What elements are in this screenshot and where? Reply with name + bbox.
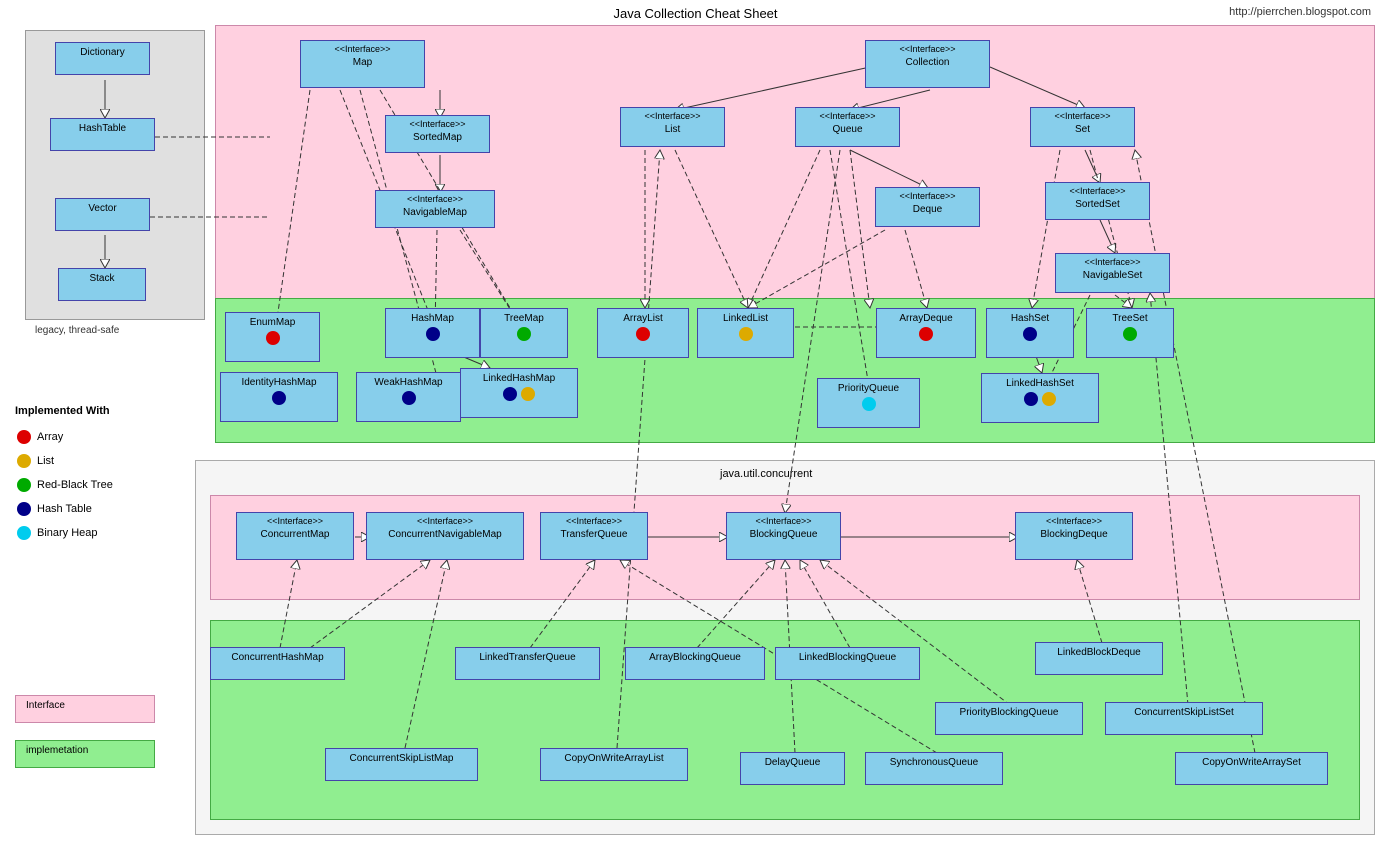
collection-interface-node: <<Interface>> Collection bbox=[865, 40, 990, 88]
legend-binaryheap: Binary Heap bbox=[15, 524, 98, 542]
concurrentskiplistmap-node: ConcurrentSkipListMap bbox=[325, 748, 478, 781]
page-url: http://pierrchen.blogspot.com bbox=[1229, 6, 1371, 18]
legend-hashtable: Hash Table bbox=[15, 500, 92, 518]
weakhashmap-node: WeakHashMap bbox=[356, 372, 461, 422]
blockingqueue-node: <<Interface>> BlockingQueue bbox=[726, 512, 841, 560]
legend-list: List bbox=[15, 452, 54, 470]
linkedlist-node: LinkedList bbox=[697, 308, 794, 358]
copyonwritearraylist-node: CopyOnWriteArrayList bbox=[540, 748, 688, 781]
legend-rbt: Red-Black Tree bbox=[15, 476, 113, 494]
delayqueue-node: DelayQueue bbox=[740, 752, 845, 785]
map-interface-node: <<Interface>> Map bbox=[300, 40, 425, 88]
vector-node: Vector bbox=[55, 198, 150, 231]
list-interface-node: <<Interface>> List bbox=[620, 107, 725, 147]
priorityqueue-node: PriorityQueue bbox=[817, 378, 920, 428]
arrayblockingqueue-node: ArrayBlockingQueue bbox=[625, 647, 765, 680]
hashset-node: HashSet bbox=[986, 308, 1074, 358]
priorityblockingqueue-node: PriorityBlockingQueue bbox=[935, 702, 1083, 735]
enummap-node: EnumMap bbox=[225, 312, 320, 362]
transferqueue-node: <<Interface>> TransferQueue bbox=[540, 512, 648, 560]
set-interface-node: <<Interface>> Set bbox=[1030, 107, 1135, 147]
deque-interface-node: <<Interface>> Deque bbox=[875, 187, 980, 227]
hashmap-node: HashMap bbox=[385, 308, 480, 358]
legend-array: Array bbox=[15, 428, 63, 446]
copyonwritearrayset-node: CopyOnWriteArraySet bbox=[1175, 752, 1328, 785]
legacy-label: legacy, thread-safe bbox=[35, 325, 119, 336]
sortedmap-node: <<Interface>> SortedMap bbox=[385, 115, 490, 153]
navigableset-node: <<Interface>> NavigableSet bbox=[1055, 253, 1170, 293]
linkedtransferqueue-node: LinkedTransferQueue bbox=[455, 647, 600, 680]
concurrent-label: java.util.concurrent bbox=[720, 468, 812, 480]
queue-interface-node: <<Interface>> Queue bbox=[795, 107, 900, 147]
blockingdeque-node: <<Interface>> BlockingDeque bbox=[1015, 512, 1133, 560]
hashtable-node: HashTable bbox=[50, 118, 155, 151]
legend-section: Implemented With bbox=[15, 405, 110, 417]
stack-node: Stack bbox=[58, 268, 146, 301]
concurrenthashmap-node: ConcurrentHashMap bbox=[210, 647, 345, 680]
legend-implementation-box: implemetation bbox=[15, 740, 155, 768]
linkedblockdeque-node: LinkedBlockDeque bbox=[1035, 642, 1163, 675]
synchronousqueue-node: SynchronousQueue bbox=[865, 752, 1003, 785]
identityhashmap-node: IdentityHashMap bbox=[220, 372, 338, 422]
dictionary-node: Dictionary bbox=[55, 42, 150, 75]
sortedset-node: <<Interface>> SortedSet bbox=[1045, 182, 1150, 220]
linkedhashmap-node: LinkedHashMap bbox=[460, 368, 578, 418]
arraydeque-node: ArrayDeque bbox=[876, 308, 976, 358]
concurrentmap-node: <<Interface>> ConcurrentMap bbox=[236, 512, 354, 560]
arraylist-node: ArrayList bbox=[597, 308, 689, 358]
concurrentskiplistset-node: ConcurrentSkipListSet bbox=[1105, 702, 1263, 735]
linkedblockingqueue-node: LinkedBlockingQueue bbox=[775, 647, 920, 680]
treemap-node: TreeMap bbox=[480, 308, 568, 358]
linkedhashset-node: LinkedHashSet bbox=[981, 373, 1099, 423]
treeset-node: TreeSet bbox=[1086, 308, 1174, 358]
legend-interface-box: Interface bbox=[15, 695, 155, 723]
page-title: Java Collection Cheat Sheet bbox=[613, 6, 777, 21]
concurrentnavigablemap-node: <<Interface>> ConcurrentNavigableMap bbox=[366, 512, 524, 560]
navigablemap-node: <<Interface>> NavigableMap bbox=[375, 190, 495, 228]
